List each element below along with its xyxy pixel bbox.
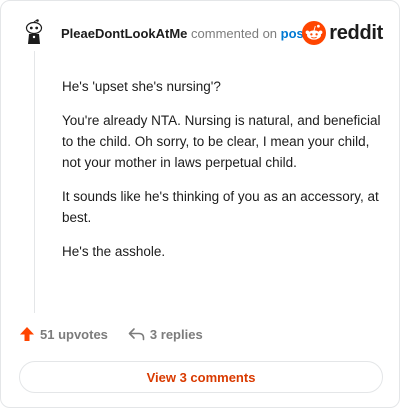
reply-arrow-icon xyxy=(128,328,145,341)
upvote-arrow-icon xyxy=(20,327,34,341)
comment-paragraph: It sounds like he's thinking of you as a… xyxy=(62,189,379,225)
view-comments-button[interactable]: View 3 comments xyxy=(19,361,383,393)
replies-button[interactable]: 3 replies xyxy=(128,326,203,342)
upvote-count: 51 upvotes xyxy=(40,326,108,342)
comment-card: PleaeDontLookAtMe commented on post redd… xyxy=(0,0,400,408)
comment-body: He's 'upset she's nursing'? You're alrea… xyxy=(62,76,384,275)
comment-actions: 51 upvotes 3 replies xyxy=(19,326,203,342)
username[interactable]: PleaeDontLookAtMe xyxy=(61,26,187,41)
upvote-button[interactable]: 51 upvotes xyxy=(19,326,108,342)
commented-on-label: commented on xyxy=(191,26,278,41)
snoo-avatar[interactable] xyxy=(21,19,47,45)
comment-paragraph: He's 'upset she's nursing'? xyxy=(62,79,221,94)
comment-header: PleaeDontLookAtMe commented on post xyxy=(61,25,308,43)
reply-count: 3 replies xyxy=(149,326,203,342)
reddit-wordmark: reddit xyxy=(329,21,383,44)
thread-line[interactable] xyxy=(34,51,35,313)
comment-paragraph: You're already NTA. Nursing is natural, … xyxy=(62,113,381,170)
reddit-logo[interactable]: reddit xyxy=(302,21,383,45)
comment-paragraph: He's the asshole. xyxy=(62,244,166,259)
reddit-logo-icon xyxy=(302,21,327,45)
